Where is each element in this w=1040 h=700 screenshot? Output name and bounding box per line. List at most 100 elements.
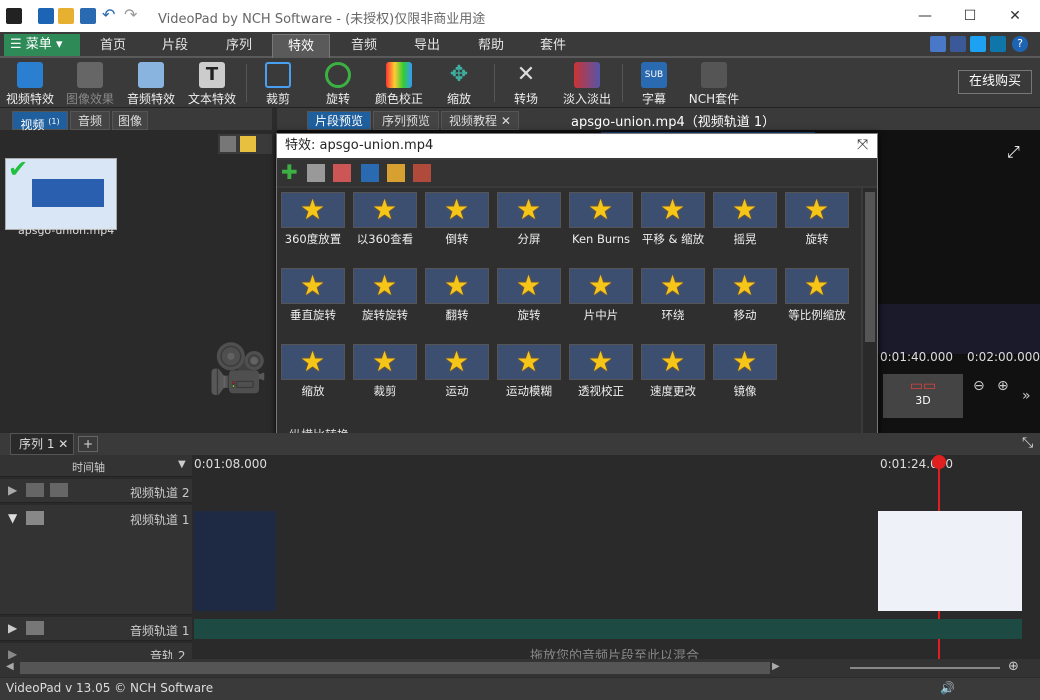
volume-icon[interactable]: 🔊: [940, 681, 955, 695]
effect-tile[interactable]: ★ 360度放置: [277, 192, 349, 264]
zoom-out-icon[interactable]: ⊖: [973, 378, 985, 394]
scroll-right-icon[interactable]: ▶: [772, 661, 780, 672]
fade-button[interactable]: 淡入淡出: [560, 60, 614, 106]
add-sequence-button[interactable]: +: [78, 436, 98, 452]
effect-tile[interactable]: ★ 片中片: [565, 268, 637, 340]
effect-tile[interactable]: ★ 旋转: [781, 192, 853, 264]
video-effects-button[interactable]: 视频特效: [2, 60, 58, 106]
close-tab-icon[interactable]: ✕: [501, 114, 511, 128]
rotate-button[interactable]: 旋转: [314, 60, 362, 106]
tab-help[interactable]: 帮助: [460, 34, 522, 58]
tab-sequence-preview[interactable]: 序列预览: [373, 111, 439, 130]
tab-sequence-1[interactable]: 序列 1 ✕: [10, 433, 74, 455]
effect-tile[interactable]: ★ 翻转: [421, 268, 493, 340]
image-effects-button[interactable]: 图像效果: [62, 60, 118, 106]
tab-home[interactable]: 首页: [84, 34, 142, 58]
effect-tile[interactable]: ★ 透视校正: [565, 344, 637, 416]
fullscreen-icon[interactable]: ⤢: [1007, 142, 1020, 162]
effect-tile[interactable]: ★ 裁剪: [349, 344, 421, 416]
tab-clip-preview[interactable]: 片段预览: [307, 111, 371, 130]
effect-tile[interactable]: ★ 以360查看: [349, 192, 421, 264]
effect-tile[interactable]: ★ 等比例缩放: [781, 268, 853, 340]
expand-track-icon[interactable]: ▶: [8, 621, 17, 635]
zoom-in-icon[interactable]: ⊕: [997, 378, 1009, 394]
video-clip[interactable]: [194, 511, 276, 611]
audio-effects-button[interactable]: 音频特效: [122, 60, 180, 106]
video-clip-end[interactable]: [878, 511, 1022, 611]
timeline-scrollbar[interactable]: [20, 662, 770, 674]
maximize-button[interactable]: ☐: [955, 4, 985, 28]
eye-icon[interactable]: [26, 511, 44, 525]
chevron-down-icon[interactable]: ▼: [178, 459, 186, 470]
dialog-close-icon[interactable]: ⤧: [857, 137, 868, 153]
transition-button[interactable]: ✕ 转场: [502, 60, 550, 106]
effect-tile[interactable]: ★ 缩放: [277, 344, 349, 416]
expand-right-icon[interactable]: »: [1022, 388, 1031, 404]
3d-mode-button[interactable]: ▭▭ 3D: [883, 374, 963, 418]
grid-icon[interactable]: [413, 164, 431, 182]
help-icon[interactable]: ?: [1012, 36, 1028, 52]
edit-icon[interactable]: [387, 164, 405, 182]
effect-tile[interactable]: ★ 分屏: [493, 192, 565, 264]
speaker-icon[interactable]: [26, 621, 44, 635]
scroll-left-icon[interactable]: ◀: [6, 661, 14, 672]
undo-icon[interactable]: ↶: [102, 7, 118, 24]
eye-icon[interactable]: [26, 483, 44, 497]
tab-image-bin[interactable]: 图像: [112, 111, 148, 130]
color-correction-button[interactable]: 颜色校正: [372, 60, 426, 106]
linkedin-icon[interactable]: [990, 36, 1006, 52]
twitter-icon[interactable]: [970, 36, 986, 52]
effect-tile[interactable]: ★ 旋转: [493, 268, 565, 340]
tab-audio[interactable]: 音频: [334, 34, 394, 58]
text-effects-button[interactable]: T 文本特效: [184, 60, 240, 106]
tab-video-bin[interactable]: 视频 (1): [12, 111, 68, 132]
playhead-handle[interactable]: [932, 455, 946, 469]
effect-tile[interactable]: ★ 镜像: [709, 344, 781, 416]
undock-icon[interactable]: ⤡: [1022, 435, 1033, 451]
tab-export[interactable]: 导出: [398, 34, 456, 58]
tab-clip[interactable]: 片段: [146, 34, 204, 58]
redo-icon[interactable]: ↷: [124, 7, 140, 24]
main-menu-button[interactable]: ☰ 菜单 ▾: [4, 34, 80, 56]
save-preset-icon[interactable]: [361, 164, 379, 182]
close-button[interactable]: ✕: [1000, 4, 1030, 28]
tab-suite[interactable]: 套件: [524, 34, 582, 58]
effect-tile[interactable]: ★ 运动: [421, 344, 493, 416]
effect-tile[interactable]: ★ 倒转: [421, 192, 493, 264]
effect-tile[interactable]: ★ 速度更改: [637, 344, 709, 416]
zoom-button[interactable]: ✥ 缩放: [436, 60, 482, 106]
expand-track-icon[interactable]: ▶: [8, 483, 17, 497]
nch-suite-button[interactable]: NCH套件: [686, 60, 742, 106]
open-folder-icon[interactable]: [58, 8, 74, 24]
tab-audio-bin[interactable]: 音频: [70, 111, 110, 130]
tab-video-tutorial[interactable]: 视频教程 ✕: [441, 111, 519, 130]
add-folder-icon[interactable]: [240, 136, 256, 152]
trash-icon[interactable]: [220, 136, 236, 152]
effect-tile[interactable]: ★ 环绕: [637, 268, 709, 340]
add-effect-icon[interactable]: ✚: [281, 162, 298, 182]
crop-button[interactable]: 裁剪: [254, 60, 302, 106]
scrollbar-thumb[interactable]: [865, 192, 875, 342]
subtitle-button[interactable]: SUB 字幕: [632, 60, 676, 106]
media-clip-thumbnail[interactable]: ✔: [5, 158, 117, 230]
tab-sequence[interactable]: 序列: [208, 34, 270, 58]
effect-tile[interactable]: ★ 摇晃: [709, 192, 781, 264]
effect-tile[interactable]: ★ 移动: [709, 268, 781, 340]
effect-tile[interactable]: ★ 运动模糊: [493, 344, 565, 416]
add-keyframe-icon[interactable]: [307, 164, 325, 182]
zoom-in-timeline-icon[interactable]: ⊕: [1008, 659, 1019, 674]
effect-tile[interactable]: ★ Ken Burns: [565, 192, 637, 264]
zoom-slider[interactable]: [850, 667, 1000, 669]
minimize-button[interactable]: —: [910, 4, 940, 28]
close-sequence-icon[interactable]: ✕: [58, 437, 68, 451]
facebook-icon[interactable]: [950, 36, 966, 52]
buy-online-button[interactable]: 在线购买: [958, 70, 1032, 94]
people-icon[interactable]: [50, 483, 68, 497]
remove-keyframe-icon[interactable]: [333, 164, 351, 182]
tab-effects[interactable]: 特效: [272, 34, 330, 58]
effect-tile[interactable]: ★ 垂直旋转: [277, 268, 349, 340]
new-project-icon[interactable]: [38, 8, 54, 24]
effect-tile[interactable]: ★ 旋转旋转: [349, 268, 421, 340]
thumbs-up-icon[interactable]: [930, 36, 946, 52]
audio-waveform[interactable]: [194, 619, 1022, 639]
